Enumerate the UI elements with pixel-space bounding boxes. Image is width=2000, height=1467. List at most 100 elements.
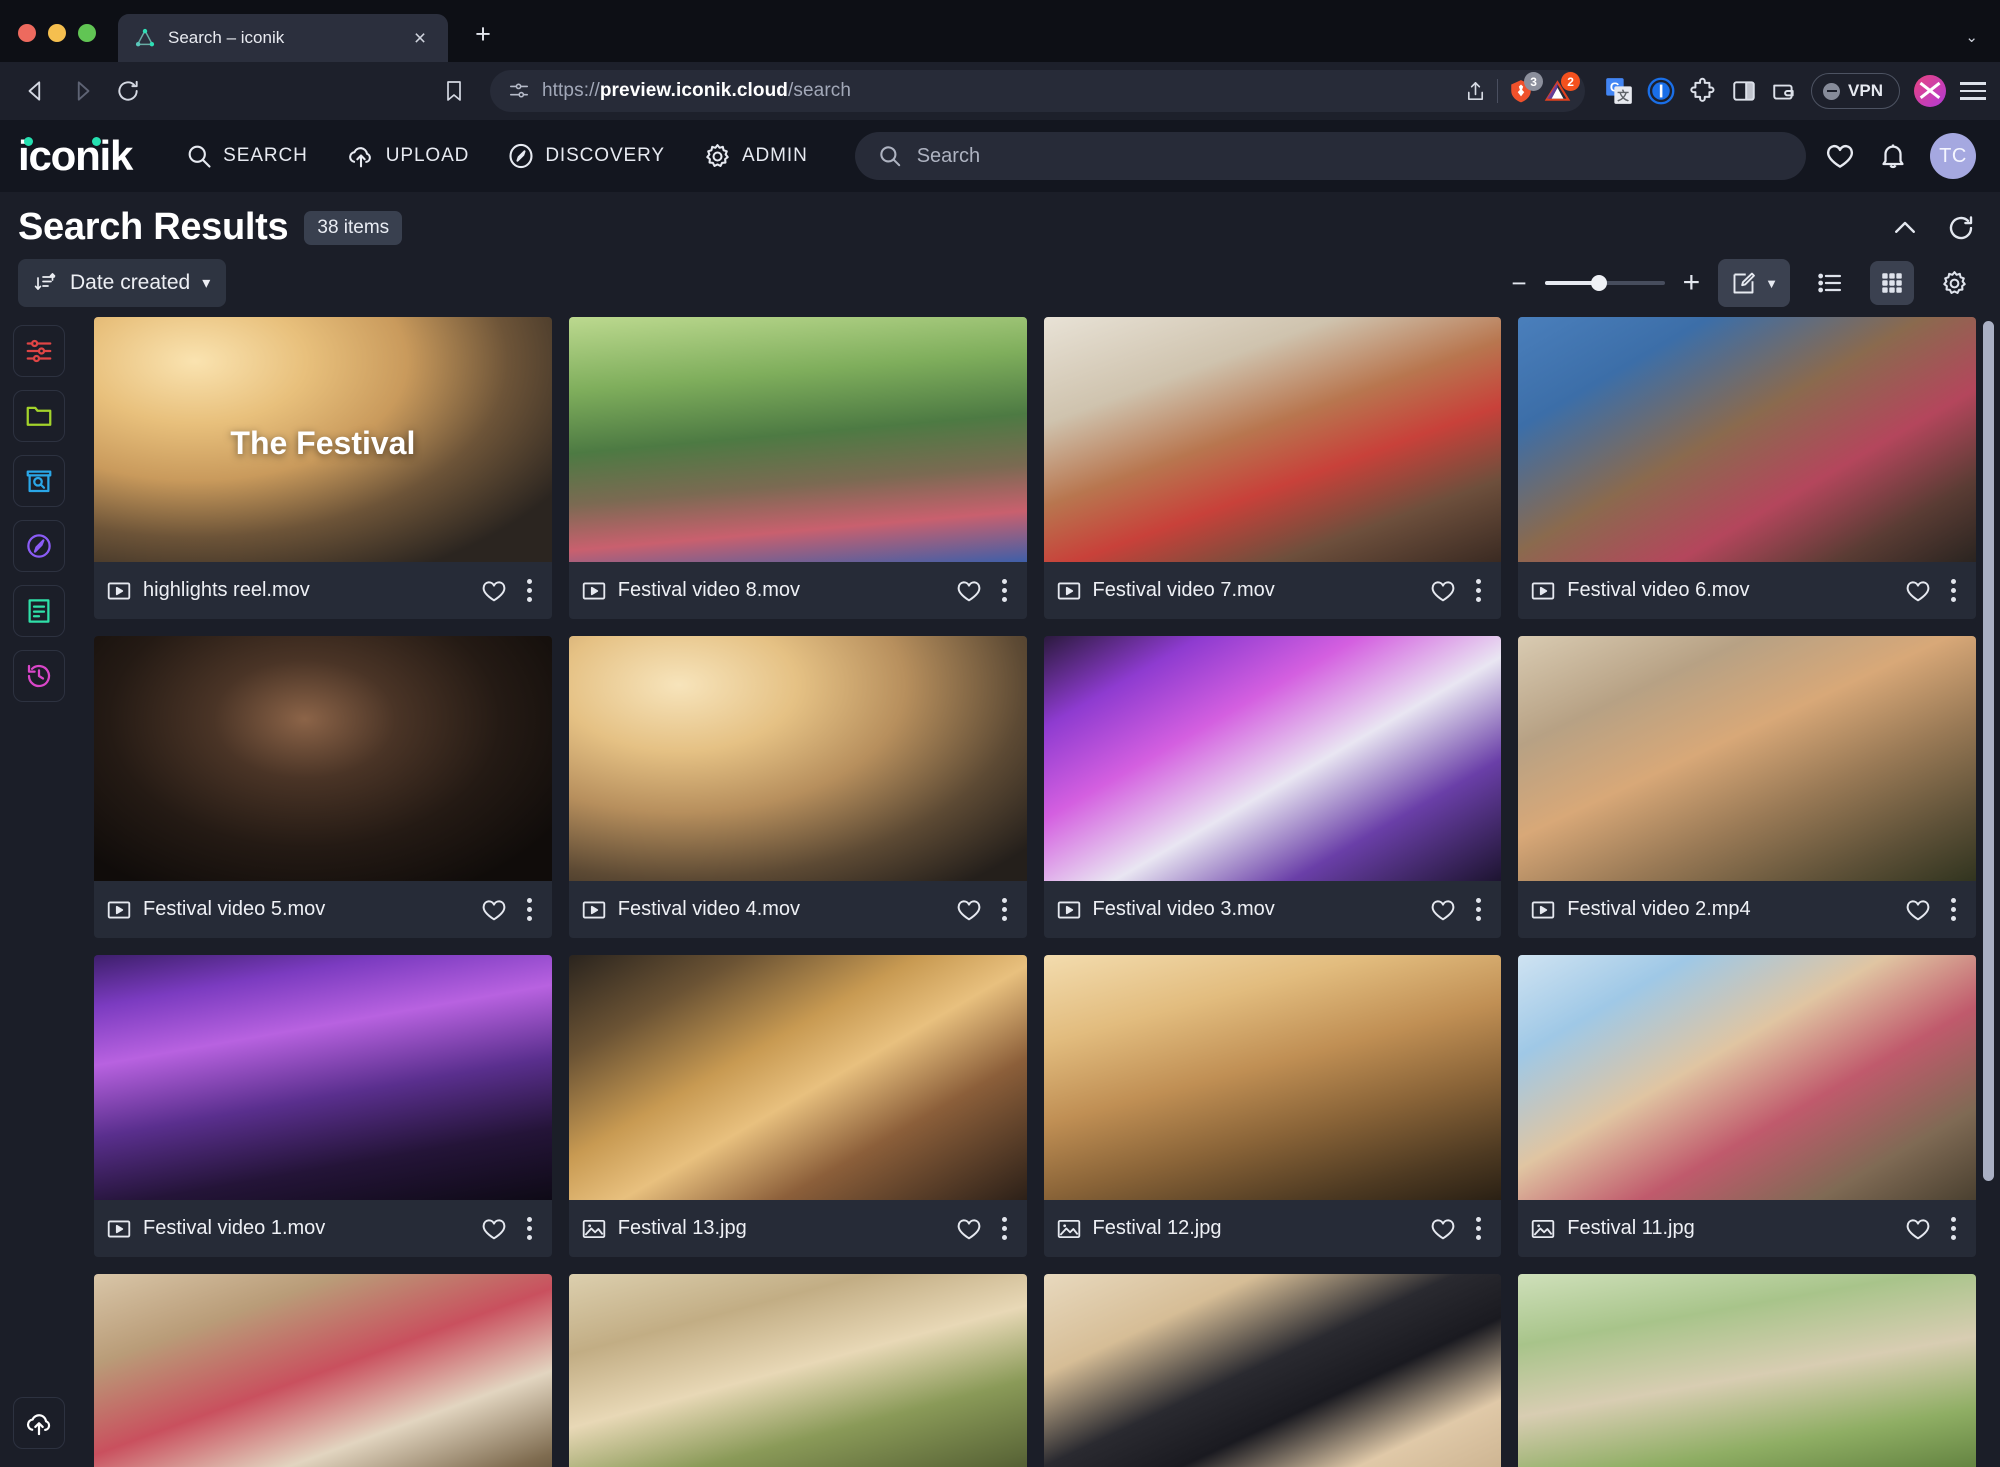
asset-card[interactable]: Festival video 1.mov bbox=[94, 955, 552, 1257]
share-icon[interactable] bbox=[1464, 80, 1487, 103]
bookmark-icon[interactable] bbox=[434, 71, 474, 111]
asset-card[interactable]: Festival video 7.mov bbox=[1044, 317, 1502, 619]
iconik-logo[interactable]: iconik bbox=[18, 135, 142, 177]
more-options-icon[interactable] bbox=[996, 1213, 1013, 1244]
more-options-icon[interactable] bbox=[521, 1213, 538, 1244]
sidebar-item-upload[interactable] bbox=[13, 1397, 65, 1449]
asset-card[interactable]: Festival video 6.mov bbox=[1518, 317, 1976, 619]
more-options-icon[interactable] bbox=[996, 894, 1013, 925]
asset-thumbnail[interactable] bbox=[569, 636, 1027, 881]
more-options-icon[interactable] bbox=[1945, 1213, 1962, 1244]
edit-mode-button[interactable]: ▼ bbox=[1718, 259, 1790, 307]
asset-thumbnail[interactable] bbox=[1044, 1274, 1502, 1467]
address-bar[interactable]: https://preview.iconik.cloud/search 3 bbox=[490, 70, 1585, 112]
asset-thumbnail[interactable] bbox=[1044, 636, 1502, 881]
site-settings-icon[interactable] bbox=[508, 80, 530, 102]
more-options-icon[interactable] bbox=[1470, 894, 1487, 925]
asset-card[interactable] bbox=[94, 1274, 552, 1467]
heart-icon[interactable] bbox=[1904, 577, 1932, 605]
asset-thumbnail[interactable] bbox=[569, 317, 1027, 562]
refresh-icon[interactable] bbox=[1946, 213, 1976, 243]
asset-card[interactable]: Festival video 4.mov bbox=[569, 636, 1027, 938]
close-window-button[interactable] bbox=[18, 24, 36, 42]
grid-view-button[interactable] bbox=[1870, 261, 1914, 305]
asset-card[interactable] bbox=[569, 1274, 1027, 1467]
heart-icon[interactable] bbox=[1904, 1215, 1932, 1243]
asset-card[interactable] bbox=[1518, 1274, 1976, 1467]
asset-card[interactable]: Festival 13.jpg bbox=[569, 955, 1027, 1257]
asset-card[interactable]: Festival video 8.mov bbox=[569, 317, 1027, 619]
asset-thumbnail[interactable] bbox=[1518, 955, 1976, 1200]
avatar[interactable]: TC bbox=[1930, 133, 1976, 179]
list-view-button[interactable] bbox=[1808, 261, 1852, 305]
browser-profile-avatar[interactable] bbox=[1914, 75, 1946, 107]
sidebar-item-collections[interactable] bbox=[13, 390, 65, 442]
hamburger-menu-icon[interactable] bbox=[1960, 82, 1986, 100]
maximize-window-button[interactable] bbox=[78, 24, 96, 42]
chevron-up-icon[interactable] bbox=[1890, 213, 1920, 243]
sidebar-item-discovery[interactable] bbox=[13, 520, 65, 572]
asset-thumbnail[interactable] bbox=[569, 955, 1027, 1200]
vertical-scrollbar[interactable] bbox=[1983, 321, 1994, 1181]
brave-shields-icon[interactable]: 3 bbox=[1508, 78, 1534, 104]
back-button[interactable] bbox=[16, 71, 56, 111]
heart-icon[interactable] bbox=[955, 577, 983, 605]
asset-thumbnail[interactable] bbox=[1044, 317, 1502, 562]
asset-card[interactable]: Festival 12.jpg bbox=[1044, 955, 1502, 1257]
heart-icon[interactable] bbox=[1429, 1215, 1457, 1243]
heart-icon[interactable] bbox=[955, 1215, 983, 1243]
heart-icon[interactable] bbox=[1904, 896, 1932, 924]
more-options-icon[interactable] bbox=[1945, 575, 1962, 606]
thumbnail-size-slider[interactable]: − + bbox=[1511, 268, 1700, 298]
more-options-icon[interactable] bbox=[996, 575, 1013, 606]
asset-thumbnail[interactable]: The Festival bbox=[94, 317, 552, 562]
heart-icon[interactable] bbox=[1429, 896, 1457, 924]
sidebar-item-history[interactable] bbox=[13, 650, 65, 702]
heart-icon[interactable] bbox=[1429, 577, 1457, 605]
bell-icon[interactable] bbox=[1878, 141, 1908, 171]
view-settings-button[interactable] bbox=[1932, 261, 1976, 305]
sort-dropdown[interactable]: Date created ▾ bbox=[18, 259, 226, 307]
heart-icon[interactable] bbox=[480, 577, 508, 605]
sidebar-item-metadata[interactable] bbox=[13, 585, 65, 637]
chevron-down-icon[interactable]: ⌄ bbox=[1965, 28, 1978, 46]
zoom-in-button[interactable]: + bbox=[1683, 268, 1701, 298]
onepassword-icon[interactable] bbox=[1647, 77, 1675, 105]
wallet-icon[interactable] bbox=[1771, 78, 1797, 104]
minimize-window-button[interactable] bbox=[48, 24, 66, 42]
asset-card[interactable]: Festival video 3.mov bbox=[1044, 636, 1502, 938]
asset-card[interactable]: Festival 11.jpg bbox=[1518, 955, 1976, 1257]
more-options-icon[interactable] bbox=[1470, 575, 1487, 606]
asset-card[interactable] bbox=[1044, 1274, 1502, 1467]
nav-item-search[interactable]: SEARCH bbox=[166, 130, 327, 182]
forward-button[interactable] bbox=[62, 71, 102, 111]
asset-card[interactable]: Festival video 5.mov bbox=[94, 636, 552, 938]
more-options-icon[interactable] bbox=[1470, 1213, 1487, 1244]
warning-extension-icon[interactable]: 2 bbox=[1544, 78, 1571, 104]
heart-icon[interactable] bbox=[480, 896, 508, 924]
new-tab-button[interactable]: + bbox=[468, 21, 498, 48]
vpn-button[interactable]: VPN bbox=[1811, 73, 1900, 109]
heart-icon[interactable] bbox=[480, 1215, 508, 1243]
asset-thumbnail[interactable] bbox=[1044, 955, 1502, 1200]
slider-track[interactable] bbox=[1545, 281, 1665, 285]
zoom-out-button[interactable]: − bbox=[1511, 270, 1526, 296]
search-input[interactable]: Search bbox=[855, 132, 1806, 180]
reload-button[interactable] bbox=[108, 71, 148, 111]
heart-icon[interactable] bbox=[955, 896, 983, 924]
asset-thumbnail[interactable] bbox=[94, 1274, 552, 1467]
more-options-icon[interactable] bbox=[521, 894, 538, 925]
url-text[interactable]: https://preview.iconik.cloud/search bbox=[542, 80, 1452, 102]
asset-thumbnail[interactable] bbox=[569, 1274, 1027, 1467]
sidebar-item-saved-searches[interactable] bbox=[13, 455, 65, 507]
asset-thumbnail[interactable] bbox=[1518, 317, 1976, 562]
asset-thumbnail[interactable] bbox=[1518, 1274, 1976, 1467]
nav-item-discovery[interactable]: DISCOVERY bbox=[488, 130, 684, 182]
sidebar-item-filters[interactable] bbox=[13, 325, 65, 377]
nav-item-upload[interactable]: UPLOAD bbox=[327, 130, 489, 182]
browser-tab[interactable]: Search – iconik × bbox=[118, 14, 448, 62]
slider-knob[interactable] bbox=[1591, 275, 1607, 291]
asset-card[interactable]: The Festivalhighlights reel.mov bbox=[94, 317, 552, 619]
nav-item-admin[interactable]: ADMIN bbox=[684, 130, 827, 182]
asset-card[interactable]: Festival video 2.mp4 bbox=[1518, 636, 1976, 938]
